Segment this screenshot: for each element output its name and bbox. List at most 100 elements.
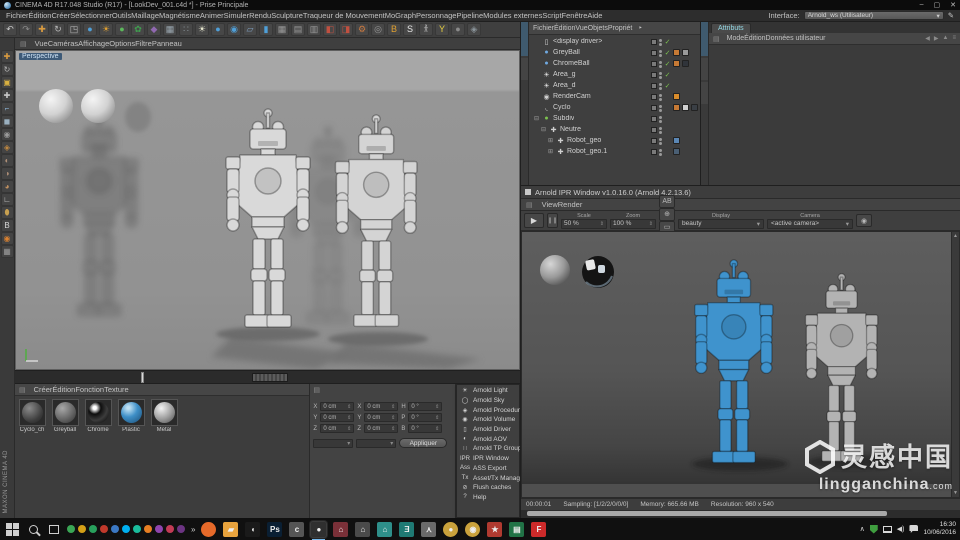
arnold-menu-item[interactable]: ⊘ Flush caches: [457, 483, 519, 493]
add-icon[interactable]: ✚: [0, 89, 14, 102]
render-check-icon[interactable]: ✓: [664, 71, 671, 79]
search-icon[interactable]: [29, 524, 38, 534]
move-tool-icon[interactable]: ✚: [35, 23, 49, 36]
stepper-icon[interactable]: ⇕: [600, 221, 604, 227]
enable-checkbox[interactable]: [651, 60, 657, 67]
material-b-icon[interactable]: B: [387, 23, 401, 36]
ipr-menu-item[interactable]: Render: [558, 200, 583, 209]
expand-icon[interactable]: ⊟: [540, 126, 547, 133]
size-field[interactable]: 0 cm ⇕: [364, 424, 399, 433]
tray-app-icon[interactable]: [155, 525, 163, 533]
visibility-dots[interactable]: [659, 71, 662, 79]
enable-checkbox[interactable]: [651, 137, 657, 144]
stepper-icon[interactable]: ⇕: [391, 415, 395, 421]
display-select[interactable]: beauty ▾: [678, 218, 764, 229]
minimize-button[interactable]: –: [920, 1, 924, 9]
spline-icon[interactable]: ⌐: [0, 102, 14, 115]
workplane-icon[interactable]: ▣: [0, 76, 14, 89]
tray-app-icon[interactable]: [100, 525, 108, 533]
material-menu-item[interactable]: Édition: [52, 385, 75, 394]
material-menu-item[interactable]: Créer: [34, 385, 53, 394]
viewport-label[interactable]: Perspective: [19, 53, 62, 60]
light-icon[interactable]: ☀: [195, 23, 209, 36]
menu-item[interactable]: Rendu: [249, 11, 271, 20]
attributes-tab-strip[interactable]: [701, 22, 709, 185]
object-tree-row[interactable]: ☀ Area_d ✓: [529, 80, 700, 91]
floor-plane-icon[interactable]: ▱: [243, 23, 257, 36]
ipr-menu-item[interactable]: View: [542, 200, 558, 209]
tray-app-icon[interactable]: [78, 525, 86, 533]
tag-chip[interactable]: [673, 60, 680, 67]
material-item[interactable]: Greyball: [50, 399, 80, 433]
tag-chip[interactable]: [682, 60, 689, 67]
excel-icon[interactable]: ▤: [509, 521, 525, 537]
rotation-field[interactable]: 0 ° ⇕: [408, 402, 443, 411]
clover-deformer-icon[interactable]: ✿: [131, 23, 145, 36]
object-tree-row[interactable]: ⊟ ● Subdiv: [529, 113, 700, 124]
sphere-gray-icon[interactable]: ●: [451, 23, 465, 36]
material-menu-item[interactable]: Fonction: [75, 385, 104, 394]
stepper-icon[interactable]: ⇕: [347, 426, 351, 432]
grid-3-icon[interactable]: ▥: [307, 23, 321, 36]
viewport-menu-item[interactable]: Vue: [35, 39, 48, 48]
material-s-icon[interactable]: S: [403, 23, 417, 36]
arnold-menu-item[interactable]: ◯ Arnold Sky: [457, 396, 519, 406]
apply-button[interactable]: Appliquer: [399, 438, 448, 448]
arnold-menu-item[interactable]: Tx Asset/Tx Manager: [457, 473, 526, 483]
material-item[interactable]: Plastic: [116, 399, 146, 433]
stepper-icon[interactable]: ⇕: [435, 426, 439, 432]
tray-app-icon[interactable]: [89, 525, 97, 533]
spline-pen-icon[interactable]: ☀: [99, 23, 113, 36]
brush-2-icon[interactable]: ◑: [0, 167, 14, 180]
media-app-icon[interactable]: ◖: [245, 521, 261, 537]
object-manager-tab-strip[interactable]: [521, 22, 529, 185]
stepper-icon[interactable]: ⇕: [347, 404, 351, 410]
menu-item[interactable]: Magnétisme: [159, 11, 200, 20]
cube-icon[interactable]: ◼: [0, 115, 14, 128]
enable-checkbox[interactable]: [651, 82, 657, 89]
expand-icon[interactable]: ⊞: [547, 137, 554, 144]
object-tree-row[interactable]: ◟ Cyclo: [529, 102, 700, 113]
menu-item[interactable]: Script: [542, 11, 561, 20]
scale-field[interactable]: 50 % ⇕: [561, 218, 607, 229]
b-icon[interactable]: B: [0, 219, 14, 232]
edit-layout-icon[interactable]: ✎: [948, 11, 954, 20]
interface-select[interactable]: Arnold_ws (Utilisateur) ▾: [803, 11, 944, 20]
history-nav-icon[interactable]: ▲: [943, 35, 949, 42]
stepper-icon[interactable]: ⇕: [435, 404, 439, 410]
menu-item[interactable]: Maillage: [131, 11, 159, 20]
redo-icon[interactable]: ↷: [19, 23, 33, 36]
object-tree-row[interactable]: ◉ RenderCam: [529, 91, 700, 102]
creative-app-2-icon[interactable]: ⌂: [355, 521, 371, 537]
grid-2-icon[interactable]: ▤: [291, 23, 305, 36]
rotation-field[interactable]: 0 ° ⇕: [408, 424, 443, 433]
timeline-scrollbar[interactable]: [15, 370, 520, 384]
volume-icon[interactable]: ◀): [897, 525, 905, 533]
viewport-menu-item[interactable]: Filtre: [135, 39, 152, 48]
action-center-icon[interactable]: [909, 525, 919, 533]
arnold-menu-item[interactable]: ◐ Arnold AOV: [457, 434, 519, 444]
stepper-icon[interactable]: ⇕: [391, 426, 395, 432]
tray-app-icon[interactable]: [144, 525, 152, 533]
task-view-icon[interactable]: [49, 524, 59, 534]
menu-item[interactable]: Pipeline: [456, 11, 483, 20]
visibility-dots[interactable]: [659, 126, 662, 134]
menu-overflow-icon[interactable]: ‣: [638, 24, 642, 32]
panel-grid-icon[interactable]: ▤: [313, 387, 320, 394]
brush-3-icon[interactable]: ◕: [0, 180, 14, 193]
gold-app-2-icon[interactable]: ◉: [465, 521, 481, 537]
perspective-viewport[interactable]: Perspective: [15, 50, 520, 370]
arnold-menu-item[interactable]: ◈ Arnold Procedural: [457, 405, 525, 415]
tag-chip[interactable]: [682, 49, 689, 56]
panel-grid-icon[interactable]: ▤: [19, 386, 26, 394]
stepper-icon[interactable]: ⇕: [435, 415, 439, 421]
close-button[interactable]: ✕: [950, 1, 956, 9]
material-thumbnail[interactable]: [18, 399, 46, 426]
cube-primitive-icon[interactable]: ●: [83, 23, 97, 36]
arnold-menu-item[interactable]: ◉ Arnold Volume: [457, 415, 519, 425]
enable-checkbox[interactable]: [651, 115, 657, 122]
render-settings-icon[interactable]: ⚙: [355, 23, 369, 36]
expand-icon[interactable]: ⊞: [547, 148, 554, 155]
subdivision-surface-icon[interactable]: ●: [115, 23, 129, 36]
scale-tool-icon[interactable]: ◳: [67, 23, 81, 36]
